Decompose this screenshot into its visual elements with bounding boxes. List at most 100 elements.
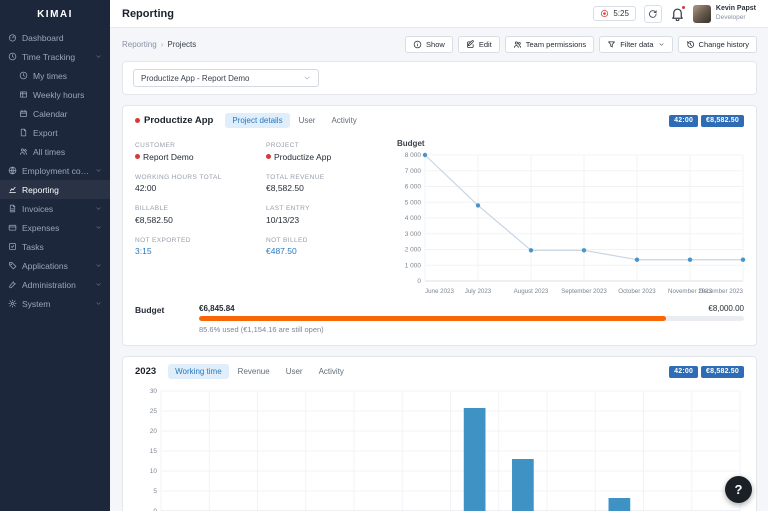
sidebar-item-all-times[interactable]: All times (0, 142, 110, 161)
clock-icon (19, 71, 28, 80)
detail-project: Project Productize App (266, 142, 387, 162)
file-text-icon (8, 204, 17, 213)
sidebar-item-weekly-hours[interactable]: Weekly hours (0, 85, 110, 104)
avatar (692, 4, 711, 23)
chart-icon (8, 185, 17, 194)
svg-text:20: 20 (150, 428, 158, 435)
sidebar-item-my-times[interactable]: My times (0, 66, 110, 85)
detail-value: Report Demo (135, 152, 256, 162)
notifications-button[interactable] (670, 5, 686, 21)
sidebar-item-system[interactable]: System (0, 294, 110, 313)
detail-label: Project (266, 142, 300, 149)
detail-value[interactable]: €487.50 (266, 246, 387, 256)
svg-text:10: 10 (150, 468, 158, 475)
history-icon (686, 40, 695, 49)
project-badges: 42:00 €8,582.50 (669, 114, 744, 127)
show-button[interactable]: Show (405, 36, 453, 53)
record-icon (600, 9, 609, 18)
detail-value-text: €8,582.50 (266, 183, 304, 193)
sidebar-item-label: My times (33, 70, 67, 81)
user-role: Developer (715, 13, 746, 21)
detail-total-revenue: Total revenue €8,582.50 (266, 174, 387, 194)
year-badge-duration: 42:00 (669, 365, 699, 378)
check-square-icon (8, 242, 17, 251)
budget-progress-fill (199, 316, 666, 321)
team-permissions-button[interactable]: Team permissions (504, 36, 595, 53)
sidebar-item-label: Time Tracking (22, 51, 76, 62)
chevron-down-icon (95, 205, 102, 212)
sidebar-item-applications[interactable]: Applications (0, 256, 110, 275)
top-header: Reporting 5:25 Kevin Papst Developer (110, 0, 768, 28)
budget-note: 85.6% used (€1,154.16 are still open) (199, 325, 324, 334)
detail-value-text: €487.50 (266, 246, 297, 256)
detail-value[interactable]: 3:15 (135, 246, 256, 256)
svg-text:8 000: 8 000 (405, 152, 422, 159)
app-logo[interactable]: KIMAI (0, 0, 110, 28)
project-card-header: Productize App Project details User Activi… (123, 106, 756, 132)
timer-button[interactable]: 5:25 (593, 6, 636, 21)
color-dot (266, 154, 271, 159)
project-details-grid: Customer Report Demo Project Productize App… (135, 136, 387, 297)
year-tab-working-time[interactable]: Working time (168, 364, 229, 379)
detail-last-entry: Last entry 10/13/23 (266, 205, 387, 225)
sidebar-item-employment-contract[interactable]: Employment contract (0, 161, 110, 180)
tag-icon (8, 261, 17, 270)
year-card-header: 2023 Working time Revenue User Activity 42:… (123, 357, 756, 383)
project-select[interactable]: Productize App - Report Demo (133, 69, 319, 87)
sidebar-item-administration[interactable]: Administration (0, 275, 110, 294)
sidebar-item-export[interactable]: Export (0, 123, 110, 142)
info-icon (413, 40, 422, 49)
chevron-down-icon (95, 53, 102, 60)
refresh-button[interactable] (643, 4, 662, 23)
detail-value-text: 10/13/23 (266, 214, 300, 225)
year-tab-user[interactable]: User (279, 364, 310, 379)
sidebar-item-time-tracking[interactable]: Time Tracking (0, 47, 110, 66)
project-tab-activity[interactable]: Activity (324, 113, 363, 128)
year-tab-revenue[interactable]: Revenue (231, 364, 277, 379)
year-tab-activity[interactable]: Activity (312, 364, 351, 379)
svg-text:25: 25 (150, 408, 158, 415)
svg-text:6 000: 6 000 (405, 184, 422, 191)
tools-icon (8, 280, 17, 289)
budget-chart-title: Budget (397, 139, 425, 148)
detail-billable: Billable €8,582.50 (135, 205, 256, 225)
user-info: Kevin Papst Developer (716, 5, 756, 21)
detail-value: €8,582.50 (266, 183, 387, 193)
svg-text:4 000: 4 000 (405, 215, 422, 222)
detail-value: 10/13/23 (266, 215, 387, 225)
sidebar-item-calendar[interactable]: Calendar (0, 104, 110, 123)
sidebar-item-reporting[interactable]: Reporting (0, 180, 110, 199)
detail-value-text: Productize App (274, 151, 332, 162)
svg-text:30: 30 (150, 388, 158, 395)
sidebar-item-expenses[interactable]: Expenses (0, 218, 110, 237)
svg-text:15: 15 (150, 448, 158, 455)
breadcrumb-reporting[interactable]: Reporting (122, 40, 157, 49)
breadcrumb-toolbar-row: Reporting › Projects Show Edit Team permis… (122, 36, 757, 53)
detail-not-exported: Not exported 3:15 (135, 237, 256, 257)
edit-button[interactable]: Edit (457, 36, 500, 53)
sidebar-item-dashboard[interactable]: Dashboard (0, 28, 110, 47)
sidebar-item-tasks[interactable]: Tasks (0, 237, 110, 256)
svg-text:0: 0 (417, 278, 421, 285)
sidebar-item-invoices[interactable]: Invoices (0, 199, 110, 218)
budget-progress-row: Budget €6,845.84 €8,000.00 85.6% used (€… (123, 299, 756, 345)
toolbar-button-label: Show (426, 40, 445, 49)
svg-text:5: 5 (153, 488, 157, 495)
svg-text:1 000: 1 000 (405, 262, 422, 269)
change-history-button[interactable]: Change history (677, 36, 757, 53)
project-tab-project-details[interactable]: Project details (225, 113, 290, 128)
breadcrumb: Reporting › Projects (122, 40, 196, 49)
detail-value-text: 3:15 (135, 246, 152, 256)
help-button[interactable]: ? (725, 476, 752, 503)
filter-data-button[interactable]: Filter data (599, 36, 673, 53)
detail-working-hours-total: Working hours total 42:00 (135, 174, 256, 194)
project-tabs: Project details User Activity (225, 113, 363, 128)
table-icon (19, 90, 28, 99)
sidebar-item-label: Calendar (33, 108, 68, 119)
globe-icon (8, 166, 17, 175)
user-menu[interactable]: Kevin Papst Developer (692, 4, 756, 23)
chevron-down-icon (303, 74, 311, 82)
budget-amounts: €6,845.84 €8,000.00 (199, 304, 744, 313)
project-tab-user[interactable]: User (292, 113, 323, 128)
sidebar-menu: Dashboard Time Tracking My times Weekly hou… (0, 28, 110, 313)
